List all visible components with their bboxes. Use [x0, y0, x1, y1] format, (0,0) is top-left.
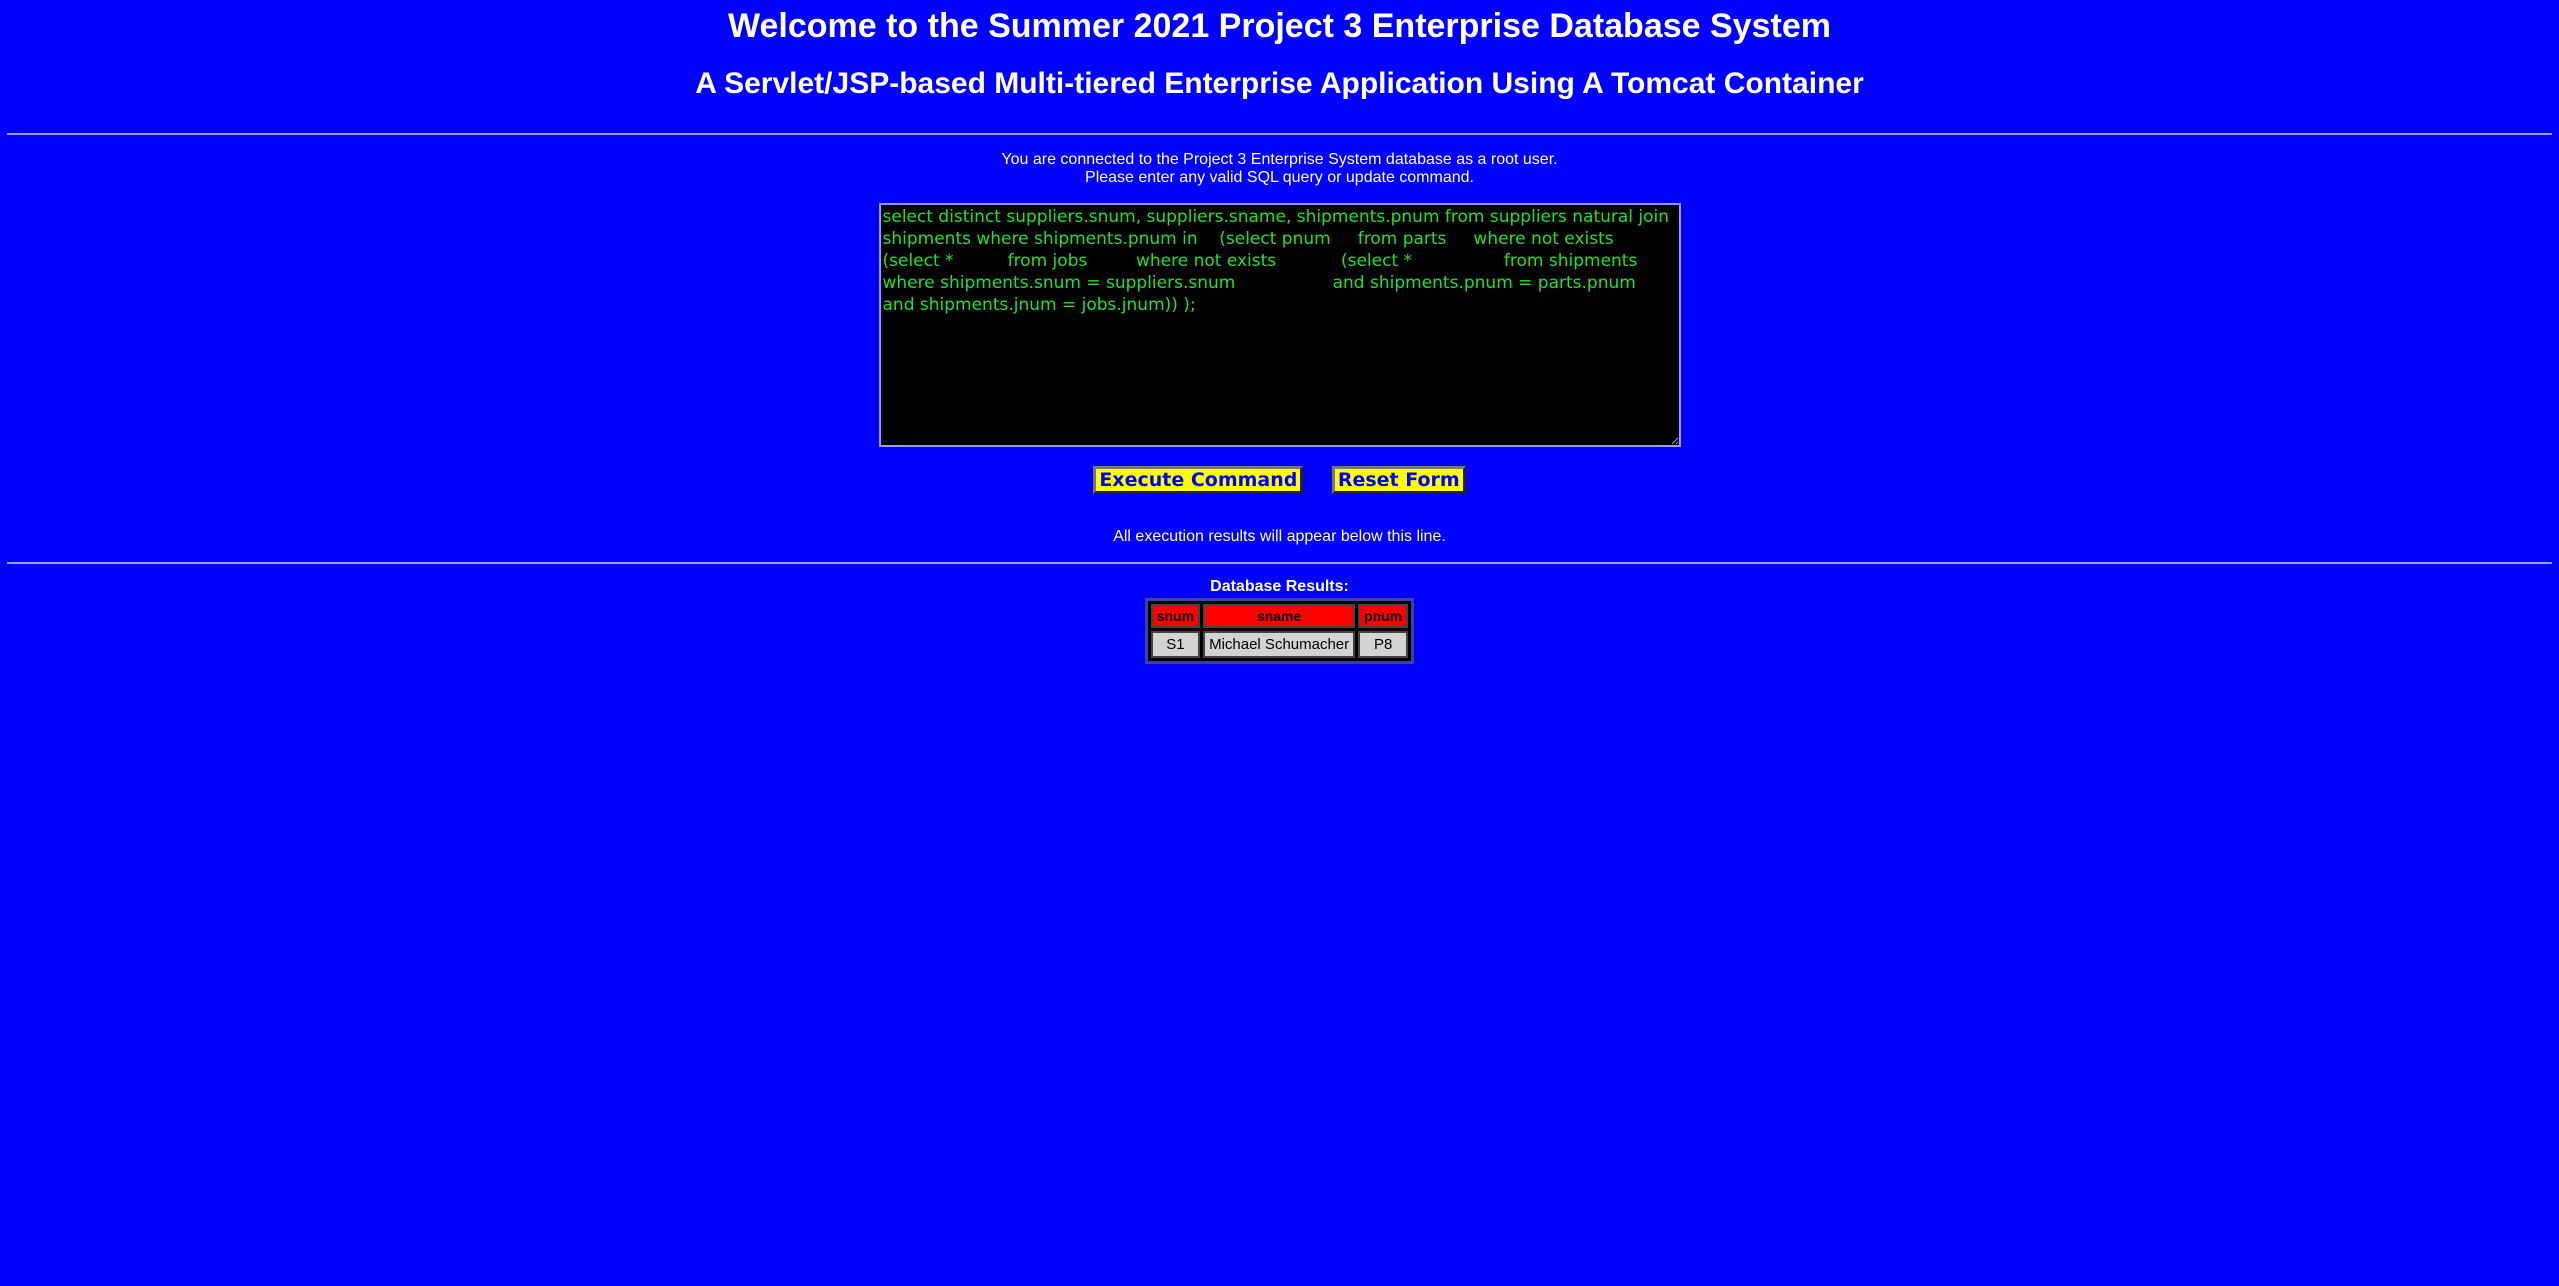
- column-header-sname: sname: [1203, 604, 1356, 628]
- table-row: S1 Michael Schumacher P8: [1150, 631, 1409, 658]
- column-header-snum: snum: [1150, 604, 1201, 628]
- sql-command-textarea[interactable]: select distinct suppliers.snum, supplier…: [878, 203, 1681, 447]
- column-header-pnum: pnum: [1358, 604, 1409, 628]
- connection-status-text: You are connected to the Project 3 Enter…: [1001, 151, 1558, 168]
- results-divider: [7, 562, 2552, 564]
- cell-sname: Michael Schumacher: [1203, 631, 1356, 658]
- page-subtitle: A Servlet/JSP-based Multi-tiered Enterpr…: [695, 67, 1864, 100]
- page: Welcome to the Summer 2021 Project 3 Ent…: [0, 0, 2559, 1286]
- connection-info: You are connected to the Project 3 Enter…: [0, 151, 2559, 187]
- editor-container: select distinct suppliers.snum, supplier…: [0, 203, 2559, 452]
- results-section: Database Results: snum sname pnum S1 Mic…: [0, 578, 2559, 664]
- results-header-row: snum sname pnum: [1150, 604, 1409, 628]
- cell-pnum: P8: [1358, 631, 1409, 658]
- top-divider: [7, 133, 2552, 135]
- results-label: Database Results:: [1210, 578, 1349, 595]
- cell-snum: S1: [1150, 631, 1201, 658]
- instruction-text: Please enter any valid SQL query or upda…: [1085, 169, 1474, 186]
- results-note: All execution results will appear below …: [1113, 528, 1446, 545]
- execute-command-button[interactable]: Execute Command: [1093, 466, 1304, 494]
- form-buttons: Execute Command Reset Form: [0, 466, 2559, 494]
- results-table: snum sname pnum S1 Michael Schumacher P8: [1144, 598, 1415, 664]
- page-title: Welcome to the Summer 2021 Project 3 Ent…: [728, 7, 1831, 45]
- reset-form-button[interactable]: Reset Form: [1331, 466, 1466, 494]
